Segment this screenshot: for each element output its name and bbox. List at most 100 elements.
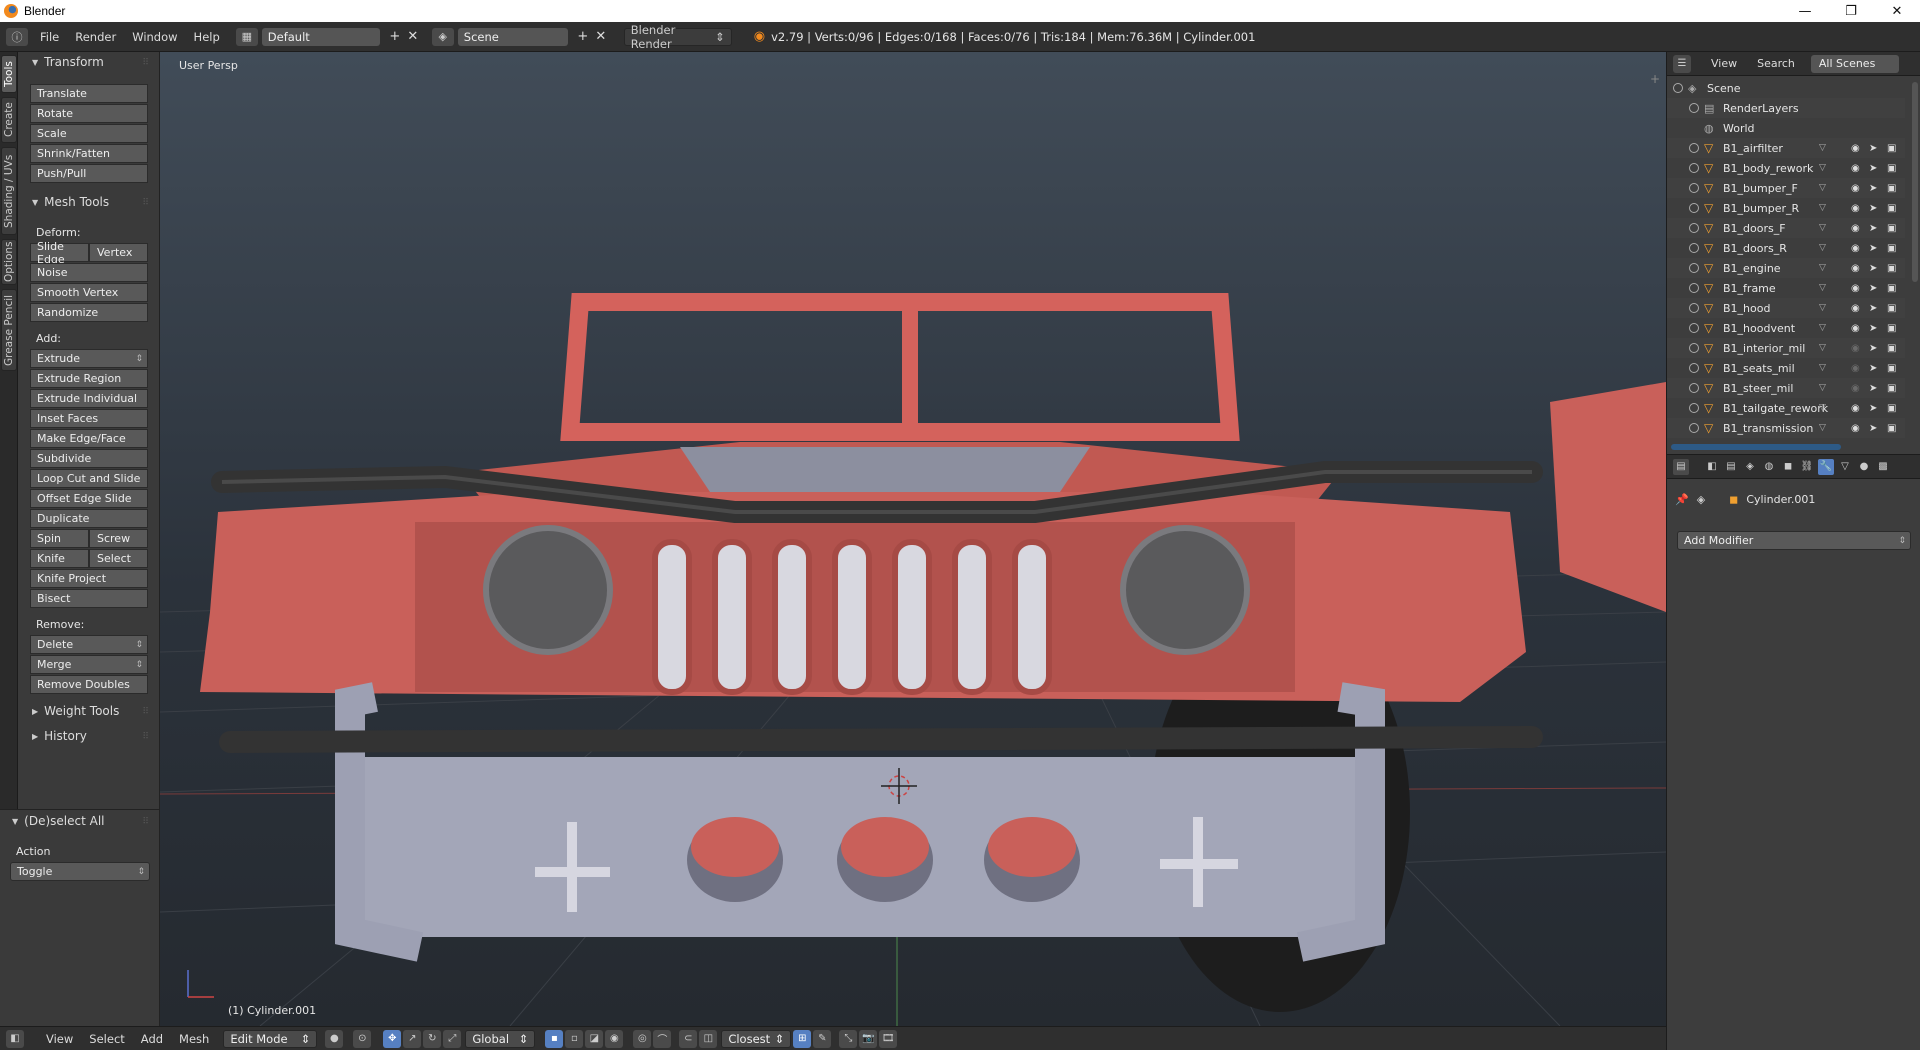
menu-mesh[interactable]: Mesh bbox=[171, 1032, 217, 1046]
expand-icon[interactable] bbox=[1689, 283, 1699, 293]
info-editor-type-icon[interactable]: ⓘ bbox=[6, 27, 28, 46]
render-image-icon[interactable]: 📷 bbox=[859, 1029, 878, 1048]
menu-help[interactable]: Help bbox=[186, 30, 228, 44]
renderable-camera-icon[interactable]: ▣ bbox=[1887, 263, 1896, 274]
push-pull-button[interactable]: Push/Pull bbox=[30, 164, 148, 183]
mode-select[interactable]: Edit Mode ⇕ bbox=[223, 1029, 318, 1048]
extrude-region-button[interactable]: Extrude Region bbox=[30, 369, 148, 388]
render-engine-select[interactable]: Blender Render ⇕ bbox=[623, 23, 732, 51]
viewport-split-icon[interactable]: + bbox=[1650, 72, 1660, 86]
extrude-button[interactable]: Extrude bbox=[30, 349, 148, 368]
world-tab-icon[interactable]: ◍ bbox=[1761, 459, 1777, 475]
panel-grip-icon[interactable]: ⠿ bbox=[142, 732, 149, 742]
properties-editor-icon[interactable]: ▤ bbox=[1673, 458, 1689, 475]
outliner-object-row[interactable]: ▽ B1_doors_R ▽ ◉ ➤ ▣ bbox=[1667, 238, 1905, 258]
shrink-fatten-button[interactable]: Shrink/Fatten bbox=[30, 144, 148, 163]
close-window-button[interactable]: ✕ bbox=[1874, 0, 1920, 22]
render-animation-icon[interactable]: 🎞 bbox=[879, 1029, 898, 1048]
renderable-camera-icon[interactable]: ▣ bbox=[1887, 243, 1896, 254]
renderable-camera-icon[interactable]: ▣ bbox=[1887, 203, 1896, 214]
panel-grip-icon[interactable]: ⠿ bbox=[142, 817, 149, 827]
expand-icon[interactable] bbox=[1689, 183, 1699, 193]
expand-icon[interactable] bbox=[1689, 303, 1699, 313]
scene-tab-icon[interactable]: ◈ bbox=[1742, 459, 1758, 475]
subdivide-button[interactable]: Subdivide bbox=[30, 449, 148, 468]
add-modifier-button[interactable]: Add Modifier bbox=[1677, 531, 1911, 550]
smooth-vertex-button[interactable]: Smooth Vertex bbox=[30, 283, 148, 302]
randomize-button[interactable]: Randomize bbox=[30, 303, 148, 322]
outliner-object-row[interactable]: ▽ B1_tailgate_rework ▽ ◉ ➤ ▣ bbox=[1667, 398, 1905, 418]
minimize-button[interactable]: — bbox=[1782, 0, 1828, 22]
screw-button[interactable]: Screw bbox=[89, 529, 148, 548]
edge-select-icon[interactable]: ▫ bbox=[565, 1029, 584, 1048]
knife-project-button[interactable]: Knife Project bbox=[30, 569, 148, 588]
selectable-cursor-icon[interactable]: ➤ bbox=[1869, 163, 1877, 174]
outliner-vertical-scrollbar[interactable] bbox=[1912, 82, 1918, 282]
3d-viewport[interactable]: User Persp (1) Cylinder.001 + bbox=[160, 52, 1666, 1026]
visibility-eye-icon[interactable]: ◉ bbox=[1851, 203, 1860, 214]
renderable-camera-icon[interactable]: ▣ bbox=[1887, 423, 1896, 434]
selectable-cursor-icon[interactable]: ➤ bbox=[1869, 183, 1877, 194]
translate-manipulator-icon[interactable]: ↗ bbox=[403, 1029, 422, 1048]
menu-select[interactable]: Select bbox=[81, 1032, 132, 1046]
outliner-horizontal-scrollbar[interactable] bbox=[1671, 444, 1841, 450]
snap-align-icon[interactable]: ⊞ bbox=[793, 1029, 812, 1048]
visibility-eye-icon[interactable]: ◉ bbox=[1851, 183, 1860, 194]
tab-grease-pencil[interactable]: Grease Pencil bbox=[1, 289, 17, 371]
scene-icon[interactable]: ◈ bbox=[431, 27, 454, 46]
menu-file[interactable]: File bbox=[32, 30, 67, 44]
slide-edge-button[interactable]: Slide Edge bbox=[30, 240, 89, 266]
renderable-camera-icon[interactable]: ▣ bbox=[1887, 403, 1896, 414]
remove-layout-icon[interactable]: ✕ bbox=[404, 29, 422, 44]
weight-tools-panel-header[interactable]: ▶ Weight Tools bbox=[32, 704, 119, 718]
material-tab-icon[interactable]: ● bbox=[1856, 459, 1872, 475]
menu-view[interactable]: View bbox=[38, 1032, 81, 1046]
visibility-eye-icon[interactable]: ◉ bbox=[1851, 363, 1860, 374]
expand-icon[interactable] bbox=[1689, 423, 1699, 433]
renderable-camera-icon[interactable]: ▣ bbox=[1887, 343, 1896, 354]
scene-field[interactable]: Scene bbox=[457, 27, 568, 46]
selectable-cursor-icon[interactable]: ➤ bbox=[1869, 143, 1877, 154]
renderable-camera-icon[interactable]: ▣ bbox=[1887, 283, 1896, 294]
outliner-row-world[interactable]: ◍ World bbox=[1667, 118, 1905, 138]
selectable-cursor-icon[interactable]: ➤ bbox=[1869, 383, 1877, 394]
screen-layout-field[interactable]: Default bbox=[261, 27, 380, 46]
visibility-eye-icon[interactable]: ◉ bbox=[1851, 303, 1860, 314]
expand-icon[interactable] bbox=[1689, 163, 1699, 173]
texture-tab-icon[interactable]: ▩ bbox=[1875, 459, 1891, 475]
screen-layout-icon[interactable]: ▦ bbox=[235, 27, 258, 46]
selectable-cursor-icon[interactable]: ➤ bbox=[1869, 223, 1877, 234]
data-tab-icon[interactable]: ▽ bbox=[1837, 459, 1853, 475]
tab-options[interactable]: Options bbox=[1, 239, 17, 285]
selectable-cursor-icon[interactable]: ➤ bbox=[1869, 423, 1877, 434]
renderable-camera-icon[interactable]: ▣ bbox=[1887, 363, 1896, 374]
expand-icon[interactable] bbox=[1689, 363, 1699, 373]
selectable-cursor-icon[interactable]: ➤ bbox=[1869, 403, 1877, 414]
falloff-icon[interactable]: ⌒ bbox=[653, 1029, 672, 1048]
outliner-object-row[interactable]: ▽ B1_hood ▽ ◉ ➤ ▣ bbox=[1667, 298, 1905, 318]
add-scene-icon[interactable]: + bbox=[574, 29, 592, 44]
extrude-individual-button[interactable]: Extrude Individual bbox=[30, 389, 148, 408]
renderable-camera-icon[interactable]: ▣ bbox=[1887, 383, 1896, 394]
duplicate-button[interactable]: Duplicate bbox=[30, 509, 148, 528]
outliner-object-row[interactable]: ▽ B1_seats_mil ▽ ◉ ➤ ▣ bbox=[1667, 358, 1905, 378]
remove-doubles-button[interactable]: Remove Doubles bbox=[30, 675, 148, 694]
occlude-geometry-icon[interactable]: ◉ bbox=[605, 1029, 624, 1048]
visibility-eye-icon[interactable]: ◉ bbox=[1851, 323, 1860, 334]
remove-scene-icon[interactable]: ✕ bbox=[592, 29, 610, 44]
scale-manipulator-icon[interactable]: ⤢ bbox=[443, 1029, 462, 1048]
renderable-camera-icon[interactable]: ▣ bbox=[1887, 303, 1896, 314]
offset-edge-slide-button[interactable]: Offset Edge Slide bbox=[30, 489, 148, 508]
slide-vertex-button[interactable]: Vertex bbox=[89, 243, 148, 262]
inset-faces-button[interactable]: Inset Faces bbox=[30, 409, 148, 428]
operator-panel-header[interactable]: ▼ (De)select All bbox=[12, 814, 105, 828]
mesh-tools-panel-header[interactable]: ▼ Mesh Tools bbox=[32, 195, 109, 209]
modifiers-tab-icon[interactable]: 🔧 bbox=[1818, 458, 1834, 475]
make-edge-face-button[interactable]: Make Edge/Face bbox=[30, 429, 148, 448]
renderable-camera-icon[interactable]: ▣ bbox=[1887, 163, 1896, 174]
snap-project-icon[interactable]: ✎ bbox=[813, 1029, 832, 1048]
viewport-shading-icon[interactable]: ● bbox=[325, 1029, 344, 1048]
object-tab-icon[interactable]: ◼ bbox=[1780, 459, 1796, 475]
visibility-eye-icon[interactable]: ◉ bbox=[1851, 283, 1860, 294]
delete-button[interactable]: Delete bbox=[30, 635, 148, 654]
